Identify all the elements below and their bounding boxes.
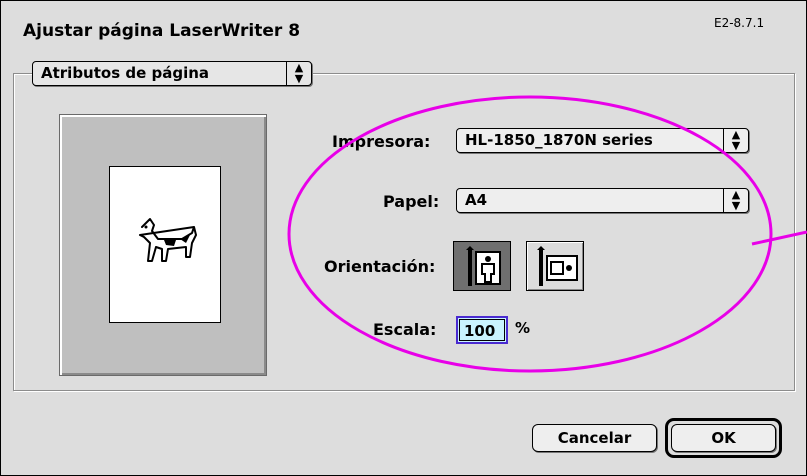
dialog-title: Ajustar página LaserWriter 8 (23, 21, 301, 41)
paper-popup-menu[interactable]: A4 ▲ ▼ (456, 188, 749, 213)
scale-label: Escala: (373, 320, 437, 339)
section-popup-label: Atributos de página (41, 64, 210, 82)
scale-unit: % (515, 319, 531, 337)
scale-input[interactable]: 100 (456, 316, 508, 344)
printer-label: Impresora: (332, 132, 431, 151)
landscape-orientation-button[interactable] (526, 241, 584, 291)
ok-button[interactable]: OK (671, 424, 776, 452)
section-popup-menu[interactable]: Atributos de página ▲ ▼ (32, 61, 312, 86)
paper-value: A4 (465, 191, 488, 209)
printer-value: HL-1850_1870N series (465, 131, 653, 149)
scale-value: 100 (464, 322, 496, 340)
dogcow-icon (139, 218, 197, 262)
orientation-label: Orientación: (324, 257, 436, 276)
popup-arrows-icon: ▲ ▼ (286, 62, 311, 85)
paper-label: Papel: (383, 192, 440, 211)
portrait-orientation-button[interactable] (453, 241, 511, 291)
page-setup-dialog: Ajustar página LaserWriter 8 E2-8.7.1 At… (0, 0, 807, 476)
version-label: E2-8.7.1 (714, 16, 765, 30)
popup-arrows-icon: ▲ ▼ (723, 129, 748, 152)
portrait-orientation-icon (466, 246, 501, 286)
popup-arrows-icon: ▲ ▼ (723, 189, 748, 212)
printer-popup-menu[interactable]: HL-1850_1870N series ▲ ▼ (456, 128, 749, 153)
cancel-button[interactable]: Cancelar (532, 424, 657, 452)
landscape-orientation-icon (537, 246, 578, 286)
